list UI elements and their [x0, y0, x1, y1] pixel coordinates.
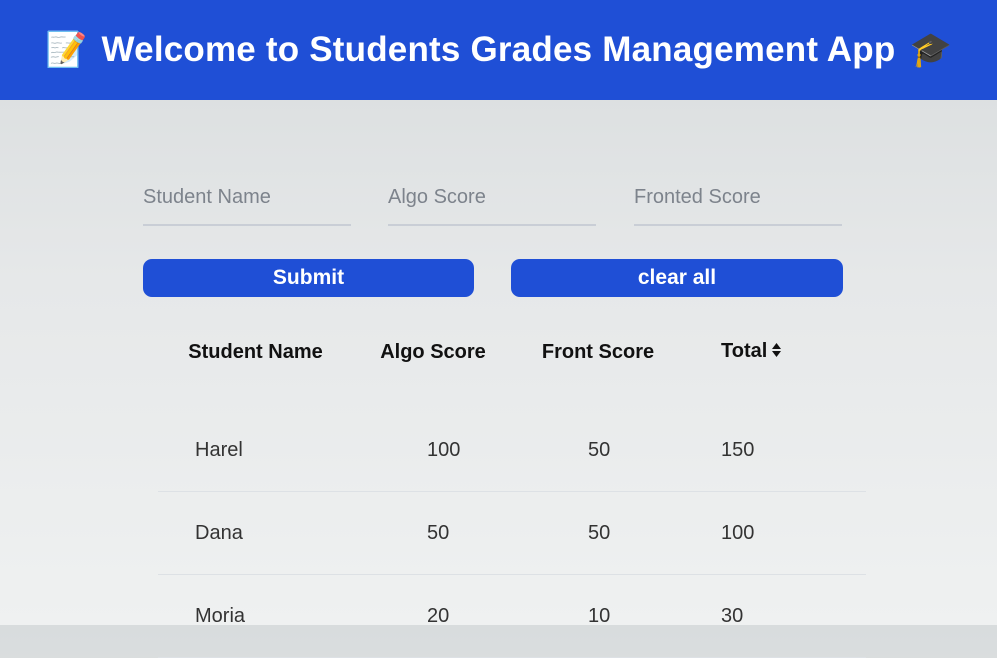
header-front-score: Front Score: [541, 340, 655, 363]
title-text: Welcome to Students Grades Management Ap…: [101, 30, 896, 69]
cell-total: 100: [683, 491, 866, 575]
clear-all-button[interactable]: clear all: [511, 259, 843, 297]
table-row: Harel 100 50 150: [158, 409, 866, 492]
cell-total: 150: [683, 409, 866, 492]
frontend-score-input[interactable]: [634, 170, 842, 226]
cell-student-name: Moria: [158, 574, 353, 658]
algo-score-input[interactable]: [388, 170, 596, 226]
cell-front-score: 10: [513, 574, 683, 658]
header-student-name: Student Name: [188, 340, 323, 363]
table-row: Dana 50 50 100: [158, 491, 866, 575]
grade-form: [143, 170, 843, 228]
cell-algo-score: 100: [353, 409, 513, 492]
cell-front-score: 50: [513, 409, 683, 492]
cell-algo-score: 20: [353, 574, 513, 658]
page-title: 📝 Welcome to Students Grades Management …: [45, 30, 952, 70]
cell-student-name: Dana: [158, 491, 353, 575]
cell-front-score: 50: [513, 491, 683, 575]
header-algo-score: Algo Score: [380, 340, 486, 363]
table-row: Moria 20 10 30: [158, 574, 866, 658]
app-header: 📝 Welcome to Students Grades Management …: [0, 0, 997, 100]
header-total[interactable]: Total: [683, 325, 866, 379]
student-name-input[interactable]: [143, 170, 351, 226]
cell-student-name: Harel: [158, 409, 353, 492]
memo-icon: 📝: [45, 31, 88, 69]
graduation-cap-icon: 🎓: [909, 31, 952, 69]
table-header-row: Student Name Algo Score Front Score Tota…: [158, 325, 866, 379]
sort-icon[interactable]: [771, 341, 782, 364]
cell-algo-score: 50: [353, 491, 513, 575]
header-total-label: Total: [721, 340, 768, 363]
grades-table: Student Name Algo Score Front Score Tota…: [158, 325, 866, 658]
submit-button[interactable]: Submit: [143, 259, 474, 297]
cell-total: 30: [683, 574, 866, 658]
